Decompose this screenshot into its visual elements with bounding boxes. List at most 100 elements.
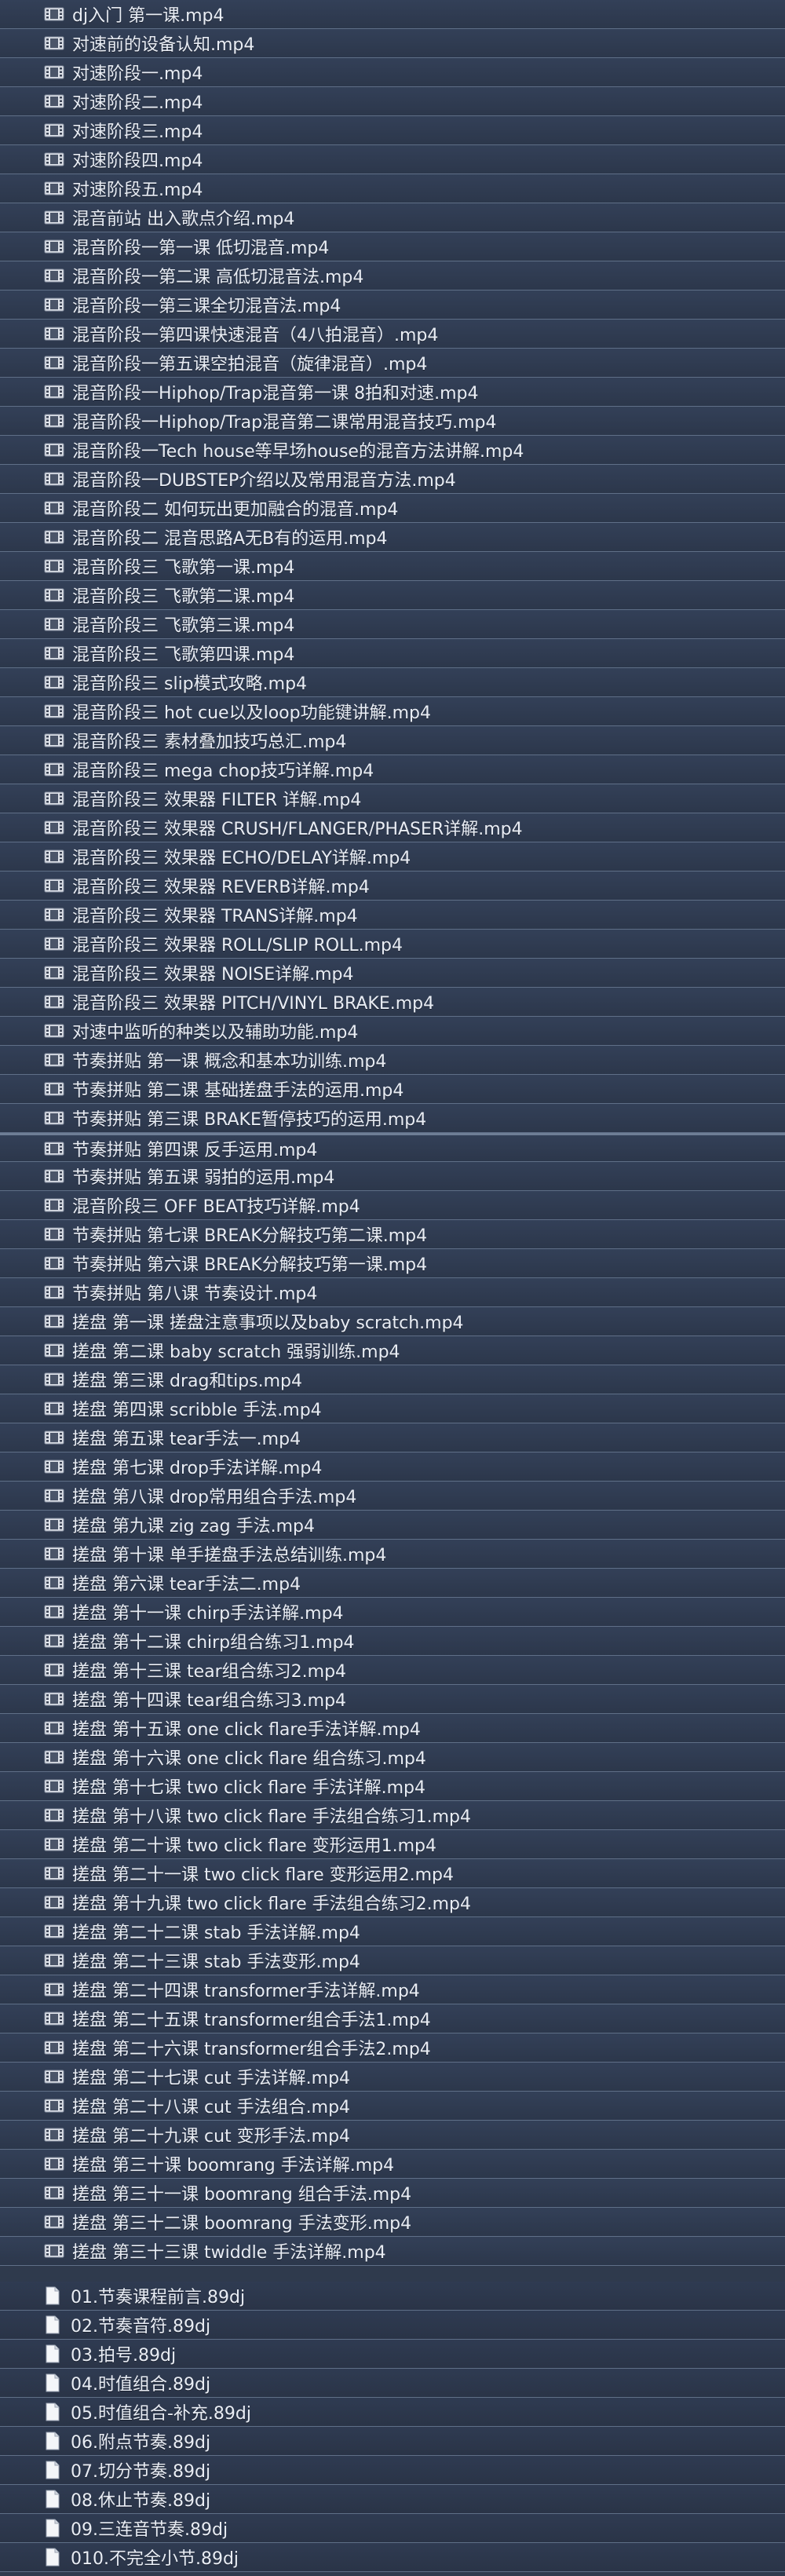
file-name: 混音阶段三 OFF BEAT技巧详解.mp4 bbox=[72, 1197, 360, 1217]
video-file-row[interactable]: 混音前站 出入歌点介绍.mp4 bbox=[0, 203, 785, 232]
video-file-row[interactable]: 混音阶段二 混音思路A无B有的运用.mp4 bbox=[0, 523, 785, 552]
video-file-row[interactable]: 搓盘 第十六课 one click flare 组合练习.mp4 bbox=[0, 1743, 785, 1772]
video-file-row[interactable]: 混音阶段一第五课空拍混音（旋律混音）.mp4 bbox=[0, 349, 785, 378]
video-file-row[interactable]: 搓盘 第二十八课 cut 手法组合.mp4 bbox=[0, 2092, 785, 2121]
video-file-row[interactable]: 搓盘 第十三课 tear组合练习2.mp4 bbox=[0, 1656, 785, 1685]
document-file-row[interactable]: 08.休止节奏.89dj bbox=[0, 2485, 785, 2514]
video-file-row[interactable]: 混音阶段三 素材叠加技巧总汇.mp4 bbox=[0, 726, 785, 755]
video-file-row[interactable]: 搓盘 第二十一课 two click flare 变形运用2.mp4 bbox=[0, 1859, 785, 1888]
video-file-row[interactable]: 搓盘 第十八课 two click flare 手法组合练习1.mp4 bbox=[0, 1801, 785, 1830]
document-file-row[interactable]: 07.切分节奏.89dj bbox=[0, 2456, 785, 2485]
video-file-row[interactable]: 节奏拼贴 第二课 基础搓盘手法的运用.mp4 bbox=[0, 1075, 785, 1104]
document-file-row[interactable]: 04.时值组合.89dj bbox=[0, 2369, 785, 2398]
video-file-row[interactable]: 混音阶段一第三课全切混音法.mp4 bbox=[0, 290, 785, 320]
video-file-row[interactable]: 搓盘 第二十三课 stab 手法变形.mp4 bbox=[0, 1946, 785, 1975]
video-file-row[interactable]: 对速前的设备认知.mp4 bbox=[0, 29, 785, 58]
video-file-row[interactable]: 混音阶段三 效果器 NOISE详解.mp4 bbox=[0, 959, 785, 988]
video-file-row[interactable]: 混音阶段三 slip模式攻略.mp4 bbox=[0, 668, 785, 697]
file-name: dj入门 第一课.mp4 bbox=[72, 6, 225, 26]
video-file-row[interactable]: 混音阶段一第二课 高低切混音法.mp4 bbox=[0, 261, 785, 290]
video-file-row[interactable]: 混音阶段三 飞歌第三课.mp4 bbox=[0, 610, 785, 639]
video-file-row[interactable]: 搓盘 第十七课 two click flare 手法详解.mp4 bbox=[0, 1772, 785, 1801]
document-file-row[interactable]: 09.三连音节奏.89dj bbox=[0, 2514, 785, 2543]
video-file-row[interactable]: 混音阶段一DUBSTEP介绍以及常用混音方法.mp4 bbox=[0, 465, 785, 494]
document-file-row[interactable]: 06.附点节奏.89dj bbox=[0, 2427, 785, 2456]
video-file-row[interactable]: 混音阶段二 如何玩出更加融合的混音.mp4 bbox=[0, 494, 785, 523]
video-file-row[interactable]: 对速阶段五.mp4 bbox=[0, 174, 785, 203]
video-file-row[interactable]: 混音阶段三 飞歌第四课.mp4 bbox=[0, 639, 785, 668]
video-file-row[interactable]: 搓盘 第九课 zig zag 手法.mp4 bbox=[0, 1511, 785, 1540]
video-file-row[interactable]: 搓盘 第二十四课 transformer手法详解.mp4 bbox=[0, 1975, 785, 2004]
video-file-row[interactable]: 对速阶段二.mp4 bbox=[0, 87, 785, 116]
video-file-icon bbox=[44, 1866, 64, 1880]
document-file-row[interactable]: 05.时值组合-补充.89dj bbox=[0, 2398, 785, 2427]
video-file-row[interactable]: 混音阶段三 效果器 REVERB详解.mp4 bbox=[0, 871, 785, 901]
video-file-row[interactable]: 混音阶段一第四课快速混音（4八拍混音）.mp4 bbox=[0, 320, 785, 349]
document-file-row[interactable]: 03.拍号.89dj bbox=[0, 2340, 785, 2369]
video-file-row[interactable]: 节奏拼贴 第七课 BREAK分解技巧第二课.mp4 bbox=[0, 1220, 785, 1249]
video-file-icon bbox=[44, 879, 64, 893]
video-file-row[interactable]: 搓盘 第二十六课 transformer组合手法2.mp4 bbox=[0, 2033, 785, 2063]
video-file-row[interactable]: 混音阶段一Hiphop/Trap混音第二课常用混音技巧.mp4 bbox=[0, 407, 785, 436]
video-file-row[interactable]: 混音阶段一Tech house等早场house的混音方法讲解.mp4 bbox=[0, 436, 785, 465]
video-file-row[interactable]: 搓盘 第二课 baby scratch 强弱训练.mp4 bbox=[0, 1336, 785, 1365]
video-file-row[interactable]: 混音阶段三 效果器 PITCH/VINYL BRAKE.mp4 bbox=[0, 988, 785, 1017]
file-name: 混音阶段三 素材叠加技巧总汇.mp4 bbox=[72, 733, 347, 752]
video-file-row[interactable]: 搓盘 第十课 单手搓盘手法总结训练.mp4 bbox=[0, 1540, 785, 1569]
document-file-row[interactable]: 01.节奏课程前言.89dj bbox=[0, 2282, 785, 2311]
video-file-icon bbox=[44, 966, 64, 980]
video-file-row[interactable]: 搓盘 第六课 tear手法二.mp4 bbox=[0, 1569, 785, 1598]
video-file-row[interactable]: 搓盘 第三十一课 boomrang 组合手法.mp4 bbox=[0, 2179, 785, 2208]
video-file-row[interactable]: 搓盘 第四课 scribble 手法.mp4 bbox=[0, 1394, 785, 1423]
video-file-row[interactable]: 混音阶段三 效果器 ROLL/SLIP ROLL.mp4 bbox=[0, 930, 785, 959]
video-file-row[interactable]: 节奏拼贴 第六课 BREAK分解技巧第一课.mp4 bbox=[0, 1249, 785, 1278]
video-file-row[interactable]: 搓盘 第七课 drop手法详解.mp4 bbox=[0, 1452, 785, 1482]
video-file-row[interactable]: 搓盘 第一课 搓盘注意事项以及baby scratch.mp4 bbox=[0, 1307, 785, 1336]
video-file-row[interactable]: 搓盘 第五课 tear手法一.mp4 bbox=[0, 1423, 785, 1452]
video-file-row[interactable]: 搓盘 第二十五课 transformer组合手法1.mp4 bbox=[0, 2004, 785, 2033]
video-file-row[interactable]: 节奏拼贴 第三课 BRAKE暂停技巧的运用.mp4 bbox=[0, 1104, 785, 1133]
video-file-row[interactable]: 对速阶段三.mp4 bbox=[0, 116, 785, 145]
video-file-row[interactable]: 搓盘 第二十九课 cut 变形手法.mp4 bbox=[0, 2121, 785, 2150]
video-file-row[interactable]: 混音阶段三 效果器 TRANS详解.mp4 bbox=[0, 901, 785, 930]
video-file-row[interactable]: dj入门 第一课.mp4 bbox=[0, 0, 785, 29]
document-file-row[interactable]: 010.不完全小节.89dj bbox=[0, 2543, 785, 2572]
video-file-row[interactable]: 混音阶段三 OFF BEAT技巧详解.mp4 bbox=[0, 1191, 785, 1220]
file-name: 混音阶段三 mega chop技巧详解.mp4 bbox=[72, 762, 374, 781]
video-file-row[interactable]: 搓盘 第二十七课 cut 手法详解.mp4 bbox=[0, 2063, 785, 2092]
video-file-row[interactable]: 混音阶段一第一课 低切混音.mp4 bbox=[0, 232, 785, 261]
video-file-row[interactable]: 混音阶段三 飞歌第二课.mp4 bbox=[0, 581, 785, 610]
video-file-row[interactable]: 搓盘 第三课 drag和tips.mp4 bbox=[0, 1365, 785, 1394]
video-file-row[interactable]: 节奏拼贴 第一课 概念和基本功训练.mp4 bbox=[0, 1046, 785, 1075]
video-file-row[interactable]: 搓盘 第八课 drop常用组合手法.mp4 bbox=[0, 1482, 785, 1511]
video-file-row[interactable]: 对速中监听的种类以及辅助功能.mp4 bbox=[0, 1017, 785, 1046]
video-file-row[interactable]: 搓盘 第三十三课 twiddle 手法详解.mp4 bbox=[0, 2237, 785, 2266]
video-file-row[interactable]: 混音阶段一Hiphop/Trap混音第一课 8拍和对速.mp4 bbox=[0, 378, 785, 407]
video-file-row[interactable]: 搓盘 第三十课 boomrang 手法详解.mp4 bbox=[0, 2150, 785, 2179]
video-file-row[interactable]: 搓盘 第十九课 two click flare 手法组合练习2.mp4 bbox=[0, 1888, 785, 1917]
file-name: 对速阶段一.mp4 bbox=[72, 64, 203, 84]
video-file-row[interactable]: 混音阶段三 飞歌第一课.mp4 bbox=[0, 552, 785, 581]
file-name: 混音阶段一第四课快速混音（4八拍混音）.mp4 bbox=[72, 326, 439, 345]
video-file-row[interactable]: 节奏拼贴 第四课 反手运用.mp4 bbox=[0, 1133, 785, 1162]
video-file-row[interactable]: 节奏拼贴 第五课 弱拍的运用.mp4 bbox=[0, 1162, 785, 1191]
video-file-row[interactable]: 搓盘 第十二课 chirp组合练习1.mp4 bbox=[0, 1627, 785, 1656]
video-file-row[interactable]: 混音阶段三 hot cue以及loop功能键讲解.mp4 bbox=[0, 697, 785, 726]
video-file-row[interactable]: 搓盘 第十一课 chirp手法详解.mp4 bbox=[0, 1598, 785, 1627]
video-file-row[interactable]: 搓盘 第二十课 two click flare 变形运用1.mp4 bbox=[0, 1830, 785, 1859]
video-file-row[interactable]: 搓盘 第十五课 one click flare手法详解.mp4 bbox=[0, 1714, 785, 1743]
video-file-row[interactable]: 对速阶段四.mp4 bbox=[0, 145, 785, 174]
video-file-row[interactable]: 混音阶段三 效果器 FILTER 详解.mp4 bbox=[0, 784, 785, 813]
video-file-row[interactable]: 节奏拼贴 第八课 节奏设计.mp4 bbox=[0, 1278, 785, 1307]
video-file-icon bbox=[44, 2041, 64, 2055]
file-name: 搓盘 第九课 zig zag 手法.mp4 bbox=[72, 1517, 315, 1536]
video-file-row[interactable]: 对速阶段一.mp4 bbox=[0, 58, 785, 87]
document-file-row[interactable]: 02.节奏音符.89dj bbox=[0, 2311, 785, 2340]
video-file-row[interactable]: 搓盘 第十四课 tear组合练习3.mp4 bbox=[0, 1685, 785, 1714]
video-file-row[interactable]: 混音阶段三 效果器 ECHO/DELAY详解.mp4 bbox=[0, 842, 785, 871]
video-file-row[interactable]: 混音阶段三 效果器 CRUSH/FLANGER/PHASER详解.mp4 bbox=[0, 813, 785, 842]
video-file-icon bbox=[44, 1576, 64, 1590]
video-file-row[interactable]: 搓盘 第二十二课 stab 手法详解.mp4 bbox=[0, 1917, 785, 1946]
video-file-row[interactable]: 混音阶段三 mega chop技巧详解.mp4 bbox=[0, 755, 785, 784]
video-file-row[interactable]: 搓盘 第三十二课 boomrang 手法变形.mp4 bbox=[0, 2208, 785, 2237]
